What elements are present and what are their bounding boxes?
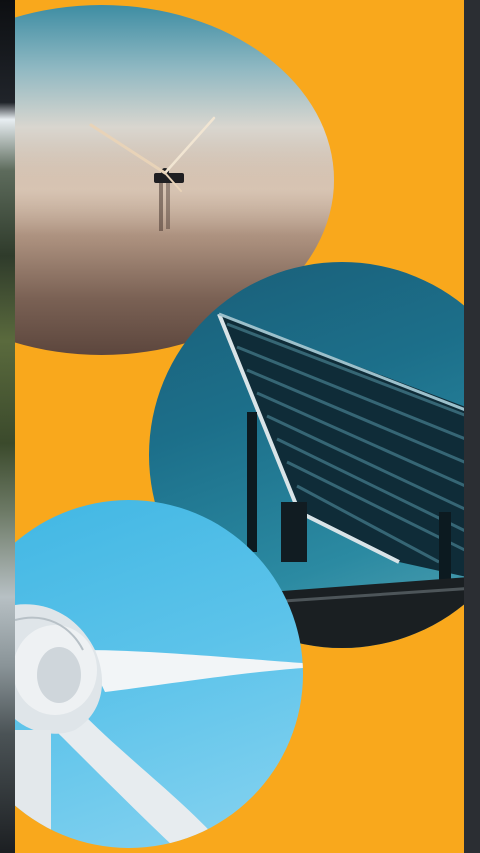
wind-turbine-icon [15, 604, 303, 848]
adjacent-photo-edge [0, 0, 15, 853]
energy-collage-panel [15, 0, 464, 853]
wind-turbine-closeup-photo [15, 500, 303, 848]
frame-right-edge [464, 0, 480, 853]
